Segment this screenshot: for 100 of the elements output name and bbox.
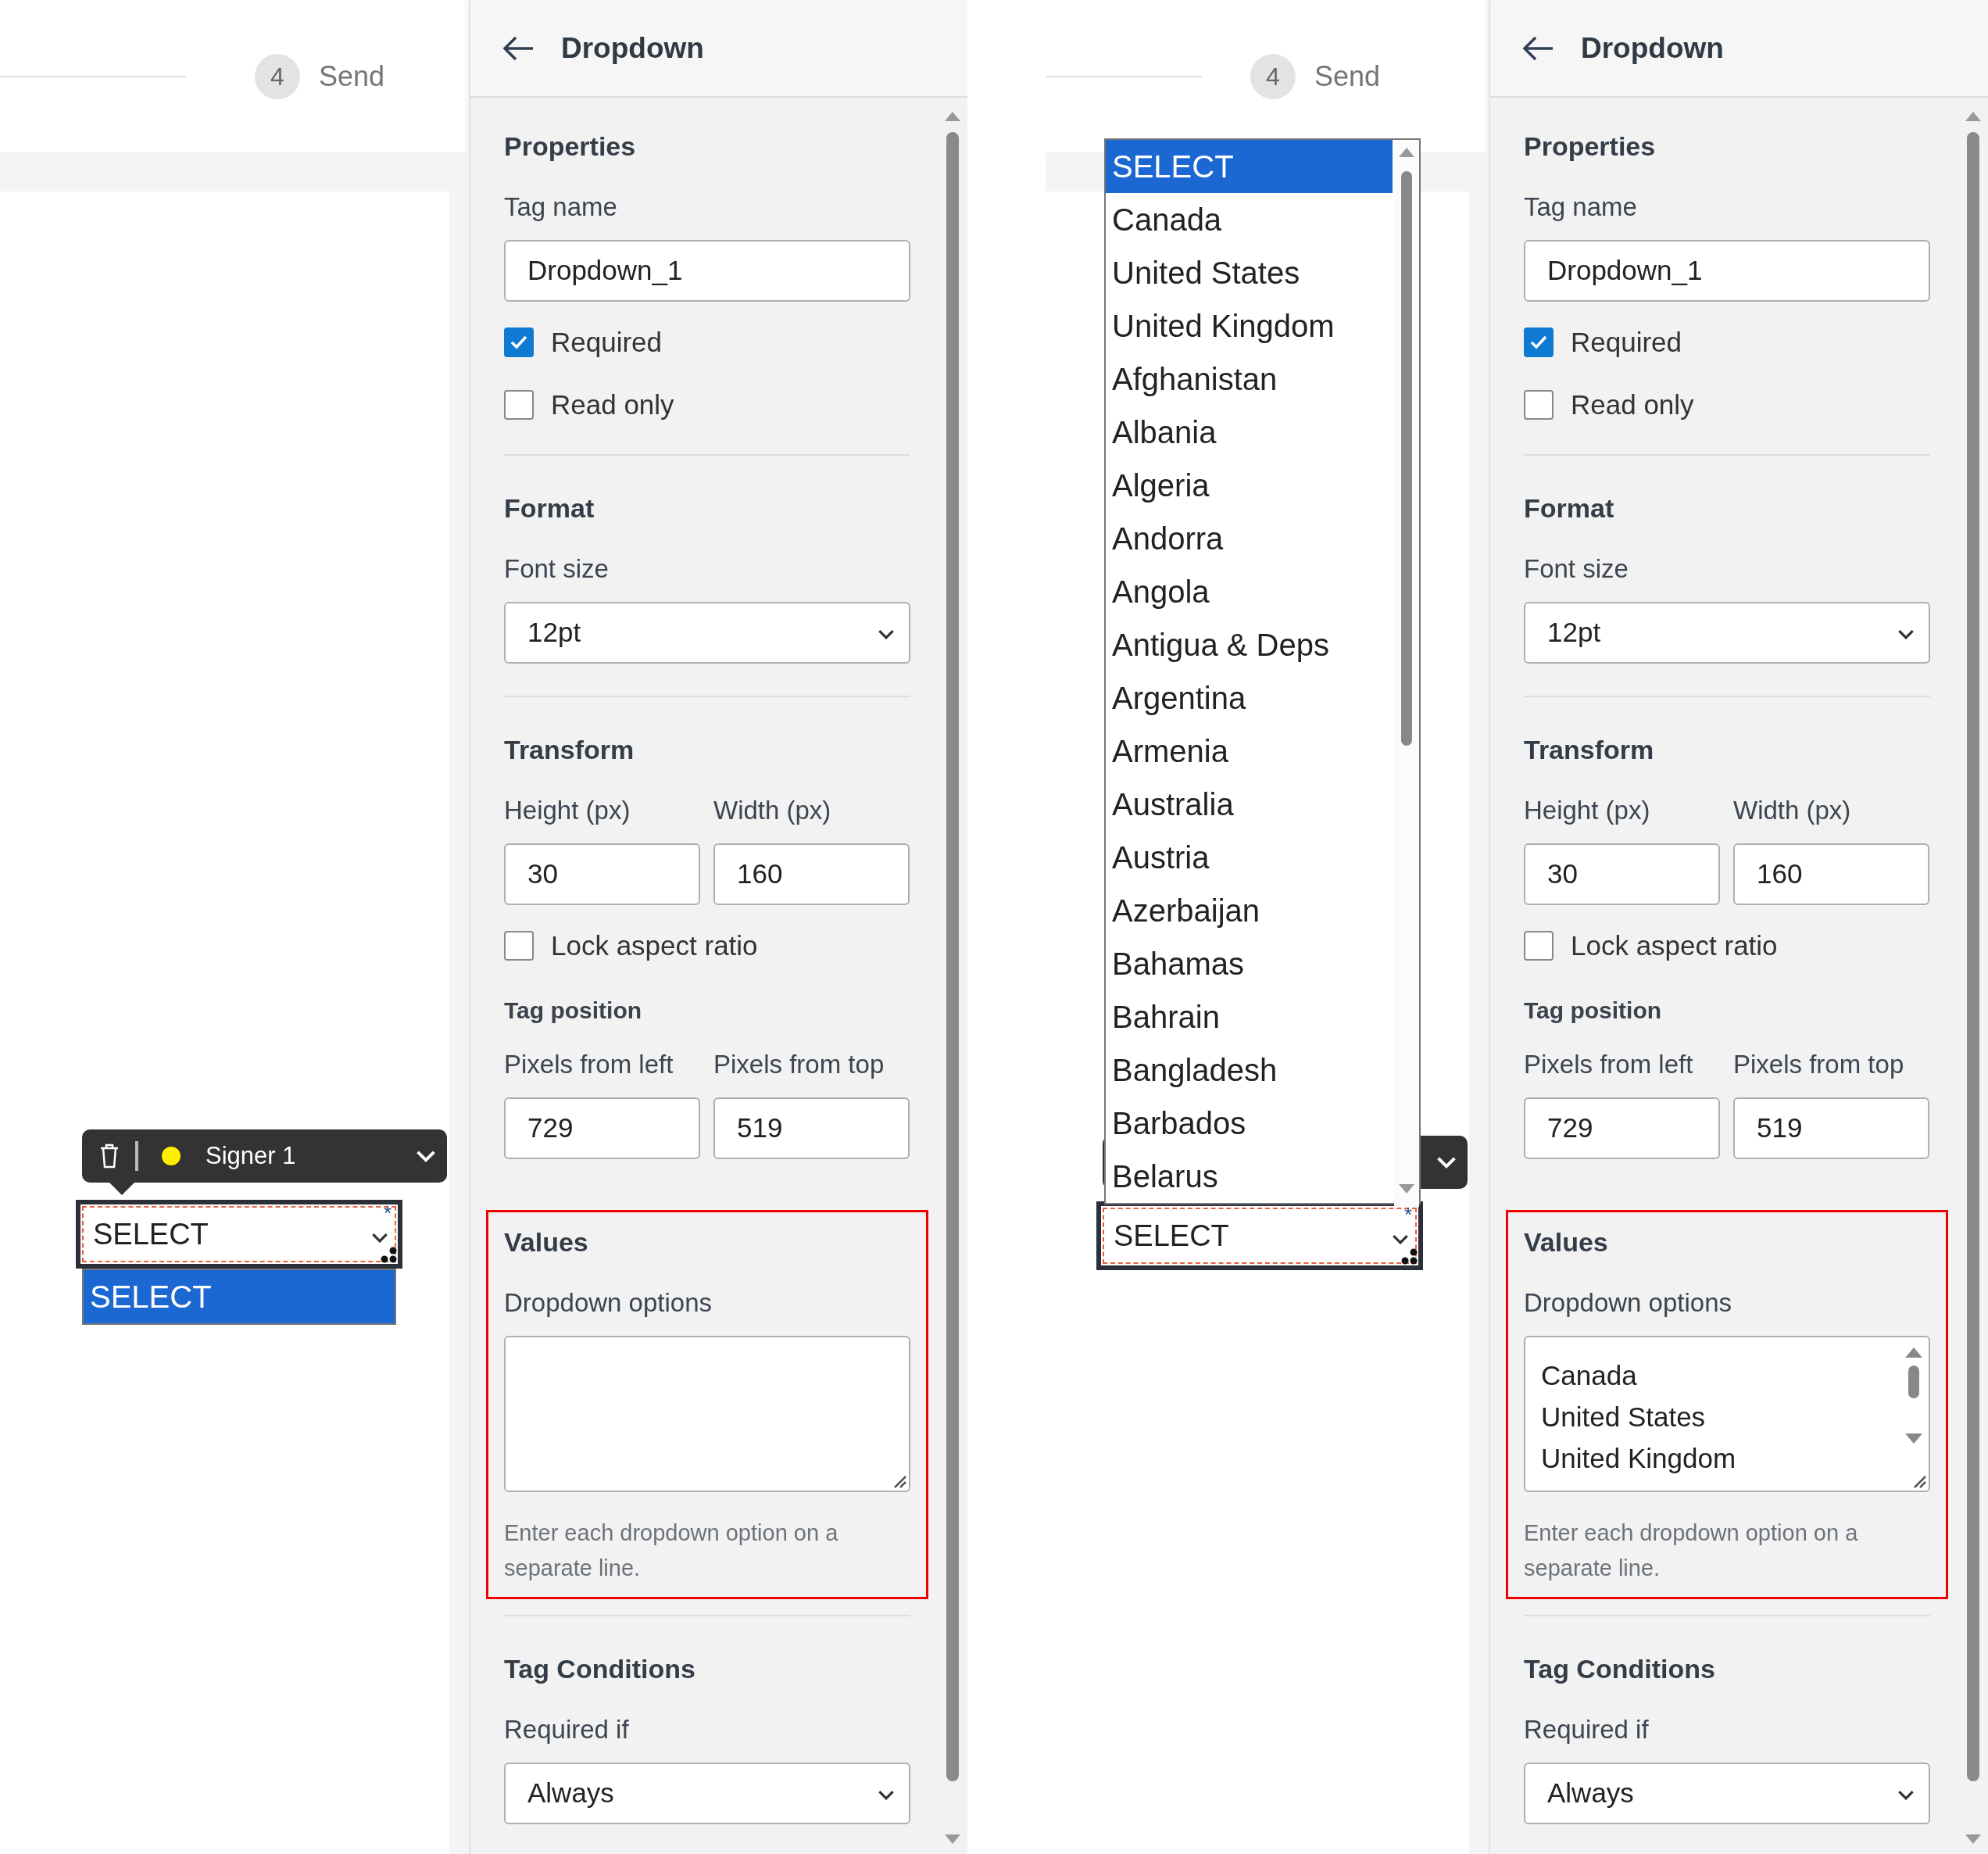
field-label: Required if bbox=[1524, 1714, 1650, 1745]
list-option[interactable]: Afghanistan bbox=[1106, 353, 1393, 406]
select-field[interactable]: 12pt bbox=[1524, 602, 1930, 664]
number-field[interactable]: 519 bbox=[713, 1097, 910, 1159]
checkmark-icon bbox=[1529, 335, 1548, 350]
number-field[interactable]: 729 bbox=[504, 1097, 700, 1159]
number-field[interactable]: 519 bbox=[1733, 1097, 1929, 1159]
list-option[interactable]: Antigua & Deps bbox=[1106, 618, 1393, 671]
list-option[interactable]: Barbados bbox=[1106, 1097, 1393, 1150]
required-mark: * bbox=[1403, 1204, 1412, 1225]
text-field[interactable]: Dropdown_1 bbox=[1524, 240, 1930, 302]
list-option[interactable]: Andorra bbox=[1106, 512, 1393, 565]
field-label: Width (px) bbox=[1733, 795, 1852, 826]
number-field[interactable]: 729 bbox=[1524, 1097, 1720, 1159]
number-field[interactable]: 160 bbox=[713, 843, 910, 905]
panel-title: Dropdown bbox=[561, 30, 704, 66]
select-field[interactable]: Always bbox=[1524, 1763, 1930, 1824]
section-heading: Transform bbox=[504, 734, 635, 766]
field-label: Font size bbox=[1524, 553, 1629, 585]
hint-text: Enter each dropdown option on a separate line. bbox=[1524, 1519, 1859, 1582]
list-option[interactable]: Argentina bbox=[1106, 671, 1393, 725]
field-label: Dropdown options bbox=[504, 1287, 713, 1319]
chevron-icon bbox=[878, 1790, 895, 1800]
list-option[interactable]: Algeria bbox=[1106, 459, 1393, 512]
chevron-icon bbox=[878, 629, 895, 639]
field-label: Required if bbox=[504, 1714, 630, 1745]
field-label: Tag name bbox=[1524, 191, 1638, 223]
field-label: Pixels from left bbox=[1524, 1049, 1694, 1080]
step-number: 4 bbox=[255, 53, 300, 99]
field-label: Pixels from top bbox=[713, 1049, 885, 1080]
chevron-icon bbox=[371, 1233, 388, 1243]
chevron-icon bbox=[1897, 629, 1915, 639]
section-heading: Format bbox=[1524, 492, 1615, 524]
select-field[interactable]: 12pt bbox=[504, 602, 910, 664]
field-label: Dropdown options bbox=[1524, 1287, 1732, 1319]
number-field[interactable]: 30 bbox=[504, 843, 700, 905]
checkbox-label: Read only bbox=[551, 388, 674, 421]
text-field[interactable]: Dropdown_1 bbox=[504, 240, 910, 302]
section-heading: Tag Conditions bbox=[504, 1653, 696, 1685]
section-heading: Format bbox=[504, 492, 595, 524]
list-option[interactable]: Albania bbox=[1106, 406, 1393, 459]
checkbox-label: Required bbox=[1571, 325, 1682, 359]
step-label: Send bbox=[319, 59, 385, 94]
chevron-icon[interactable] bbox=[1436, 1156, 1457, 1169]
scrollbar[interactable] bbox=[1394, 140, 1419, 1207]
checkbox[interactable] bbox=[1524, 327, 1554, 357]
field-label: Height (px) bbox=[504, 795, 631, 826]
back-arrow-icon[interactable] bbox=[1521, 34, 1554, 62]
resize-handle[interactable] bbox=[381, 1247, 398, 1264]
select-field[interactable]: Always bbox=[504, 1763, 910, 1824]
section-heading: Values bbox=[504, 1226, 589, 1258]
options-textarea[interactable]: Canada United States United Kingdom bbox=[1524, 1336, 1930, 1492]
chevron-icon bbox=[1897, 1790, 1915, 1800]
section-heading: Transform bbox=[1524, 734, 1655, 766]
field-label: Font size bbox=[504, 553, 610, 585]
back-arrow-icon[interactable] bbox=[502, 34, 535, 62]
field-label: Width (px) bbox=[713, 795, 832, 826]
list-option[interactable]: Bahrain bbox=[1106, 990, 1393, 1043]
list-option[interactable]: Bahamas bbox=[1106, 937, 1393, 990]
list-option[interactable]: SELECT bbox=[1106, 140, 1393, 193]
list-option[interactable]: Canada bbox=[1106, 193, 1393, 246]
required-mark: * bbox=[383, 1203, 392, 1223]
subsection-heading: Tag position bbox=[1524, 997, 1663, 1025]
list-option[interactable]: Belarus bbox=[1106, 1150, 1393, 1203]
checkmark-icon bbox=[510, 335, 528, 350]
checkbox[interactable] bbox=[504, 327, 534, 357]
section-heading: Properties bbox=[1524, 131, 1657, 163]
checkbox[interactable] bbox=[1524, 931, 1554, 961]
chevron-icon[interactable] bbox=[416, 1150, 436, 1162]
dropdown-tag[interactable]: SELECT * bbox=[76, 1200, 402, 1269]
checkbox-label: Read only bbox=[1571, 388, 1694, 421]
list-option[interactable]: Australia bbox=[1106, 778, 1393, 831]
dropdown-tag[interactable]: SELECT * bbox=[1096, 1201, 1423, 1270]
list-option[interactable]: Bangladesh bbox=[1106, 1043, 1393, 1097]
field-label: Pixels from top bbox=[1733, 1049, 1905, 1080]
step-number: 4 bbox=[1250, 53, 1296, 99]
signer-name[interactable]: Signer 1 bbox=[206, 1137, 296, 1175]
step-label: Send bbox=[1314, 59, 1381, 94]
list-option[interactable]: United States bbox=[1106, 246, 1393, 299]
field-label: Tag name bbox=[504, 191, 618, 223]
list-option[interactable]: Azerbaijan bbox=[1106, 884, 1393, 937]
section-heading: Tag Conditions bbox=[1524, 1653, 1716, 1685]
checkbox[interactable] bbox=[504, 931, 534, 961]
chevron-icon bbox=[1392, 1234, 1409, 1244]
number-field[interactable]: 30 bbox=[1524, 843, 1720, 905]
hint-text: Enter each dropdown option on a separate line. bbox=[504, 1519, 839, 1582]
list-option[interactable]: Angola bbox=[1106, 565, 1393, 618]
list-option[interactable]: SELECT bbox=[84, 1270, 395, 1323]
list-option[interactable]: Austria bbox=[1106, 831, 1393, 884]
checkbox-label: Lock aspect ratio bbox=[1571, 929, 1778, 962]
checkbox[interactable] bbox=[504, 390, 534, 420]
panel-title: Dropdown bbox=[1581, 30, 1724, 66]
number-field[interactable]: 160 bbox=[1733, 843, 1929, 905]
section-heading: Properties bbox=[504, 131, 637, 163]
trash-icon[interactable] bbox=[99, 1144, 120, 1169]
checkbox[interactable] bbox=[1524, 390, 1554, 420]
field-label: Pixels from left bbox=[504, 1049, 674, 1080]
list-option[interactable]: Armenia bbox=[1106, 725, 1393, 778]
resize-handle[interactable] bbox=[1401, 1248, 1418, 1265]
list-option[interactable]: United Kingdom bbox=[1106, 299, 1393, 353]
